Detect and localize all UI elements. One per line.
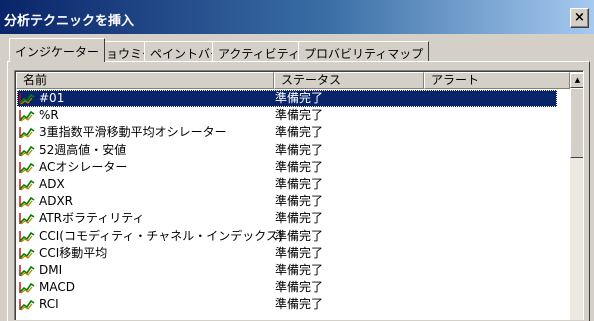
indicator-chart-icon [19, 230, 35, 243]
item-name: 52週高値・安値 [39, 142, 127, 157]
item-status: 準備完了 [275, 262, 324, 277]
list-item[interactable]: MACD 準備完了 [17, 279, 557, 296]
tab-probabilitymap[interactable]: プロバビリティマップ [298, 41, 430, 62]
item-status: 準備完了 [275, 211, 324, 226]
item-name: DMI [39, 262, 63, 277]
item-name: MACD [39, 280, 75, 295]
list-item[interactable]: ADXR 準備完了 [17, 193, 557, 210]
indicator-chart-icon [19, 178, 35, 191]
scroll-up-button[interactable]: ▲ [570, 73, 583, 88]
item-name: ADX [39, 176, 65, 191]
indicator-chart-icon [19, 212, 35, 225]
list-item[interactable]: DMI 準備完了 [17, 262, 557, 279]
indicator-chart-icon [19, 144, 35, 157]
item-status: 準備完了 [275, 280, 324, 295]
indicator-list[interactable]: 名前 ステータス アラート #01 準備完了 %R 準備完了 3重指数平滑移動平均オシレ… [14, 70, 584, 320]
list-rows: #01 準備完了 %R 準備完了 3重指数平滑移動平均オシレーター 準備完了 52週高値・安… [17, 90, 557, 313]
item-name: 3重指数平滑移動平均オシレーター [39, 125, 227, 140]
tab-label: プロバビリティマップ [304, 47, 424, 61]
vertical-scrollbar[interactable]: ▲ [570, 73, 583, 320]
item-status: 準備完了 [275, 194, 324, 209]
column-header-label: アラート [431, 73, 480, 87]
column-header-name[interactable]: 名前 [16, 72, 274, 89]
list-item[interactable]: 52週高値・安値 準備完了 [17, 142, 557, 159]
close-button[interactable]: × [570, 8, 589, 28]
tab-label: インジケーター [15, 45, 100, 59]
indicator-chart-icon [19, 195, 35, 208]
item-name: #01 [39, 91, 65, 105]
column-header-status[interactable]: ステータス [274, 72, 424, 89]
column-header-label: 名前 [23, 73, 48, 87]
column-header-label: ステータス [281, 73, 342, 87]
up-arrow-icon: ▲ [574, 76, 581, 84]
window-title: 分析テクニックを挿入 [4, 14, 135, 29]
item-status: 準備完了 [275, 159, 324, 174]
item-name: ATRボラティリティ [39, 211, 145, 226]
list-item[interactable]: ATRボラティリティ 準備完了 [17, 210, 557, 227]
scroll-thumb[interactable] [570, 88, 583, 158]
indicator-chart-icon [19, 109, 35, 122]
list-item[interactable]: #01 準備完了 [17, 90, 557, 108]
item-name: CCI(コモディティ・チャネル・インデックス) [39, 228, 283, 243]
item-status: 準備完了 [275, 125, 324, 140]
tab-indicator[interactable]: インジケーター [9, 38, 106, 62]
list-item[interactable]: CCI(コモディティ・チャネル・インデックス) 準備完了 [17, 228, 557, 245]
item-status: 準備完了 [275, 108, 324, 123]
item-status: 準備完了 [275, 91, 324, 105]
indicator-chart-icon [19, 281, 35, 294]
title-bar: 分析テクニックを挿入 × [0, 0, 594, 34]
indicator-chart-icon [19, 92, 35, 105]
list-item[interactable]: ACオシレーター 準備完了 [17, 159, 557, 176]
column-header-alert[interactable]: アラート [424, 72, 570, 89]
list-item[interactable]: CCI移動平均 準備完了 [17, 245, 557, 262]
list-item[interactable]: 3重指数平滑移動平均オシレーター 準備完了 [17, 124, 557, 141]
indicator-chart-icon [19, 161, 35, 174]
item-status: 準備完了 [275, 142, 324, 157]
item-name: CCI移動平均 [39, 245, 108, 260]
close-icon: × [574, 10, 585, 25]
item-status: 準備完了 [275, 228, 324, 243]
item-name: ADXR [39, 194, 74, 209]
indicator-chart-icon [19, 298, 35, 311]
list-item[interactable]: %R 準備完了 [17, 107, 557, 124]
list-item[interactable]: ADX 準備完了 [17, 176, 557, 193]
indicator-chart-icon [19, 247, 35, 260]
item-status: 準備完了 [275, 245, 324, 260]
item-name: %R [39, 108, 59, 123]
item-status: 準備完了 [275, 176, 324, 191]
indicator-chart-icon [19, 126, 35, 139]
indicator-chart-icon [19, 264, 35, 277]
item-name: ACオシレーター [39, 159, 128, 174]
